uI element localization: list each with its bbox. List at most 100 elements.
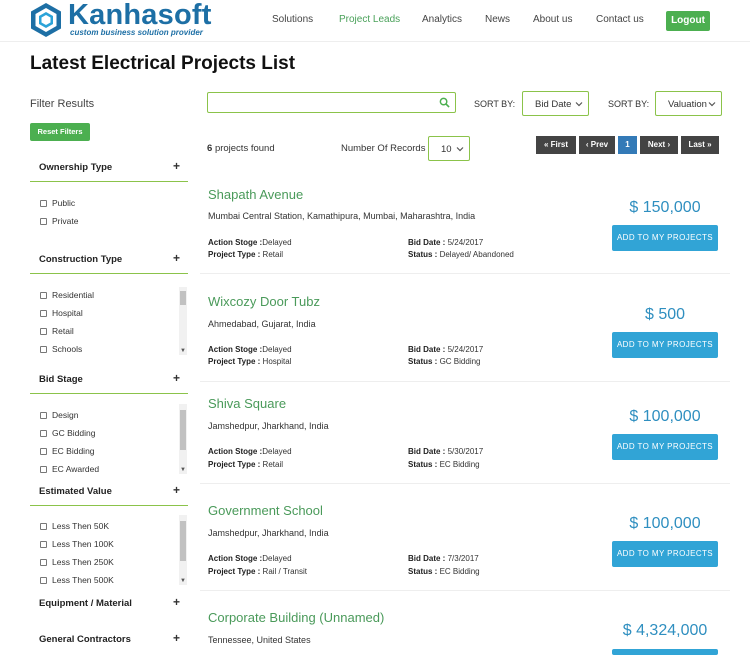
add-to-my-projects-button[interactable]: ADD TO MY PROJECTS xyxy=(612,541,718,567)
filter-section-ownership-type[interactable]: Ownership Type + xyxy=(30,156,188,182)
project-valuation: $ 100,000 xyxy=(629,515,701,532)
checkbox[interactable] xyxy=(40,430,47,437)
filter-section-general-contractors[interactable]: General Contractors + xyxy=(30,628,188,654)
pagination-last[interactable]: Last » xyxy=(681,136,719,154)
nav-news[interactable]: News xyxy=(485,14,510,26)
add-to-my-projects-button[interactable] xyxy=(612,649,718,655)
chevron-down-icon xyxy=(708,102,716,107)
scroll-down-arrow-icon[interactable]: ▼ xyxy=(180,467,186,473)
filter-section-label: Equipment / Material xyxy=(39,598,132,609)
select-value: Valuation xyxy=(668,99,707,110)
project-valuation: $ 4,324,000 xyxy=(622,622,708,639)
number-of-records-select[interactable]: 10 xyxy=(428,136,470,161)
project-type: Project Type : Rail / Transit xyxy=(208,567,308,576)
project-action-stage: Action Stoge :Delayed xyxy=(208,447,292,456)
expand-plus-icon[interactable]: + xyxy=(173,484,180,496)
filter-section-equipment-material[interactable]: Equipment / Material + xyxy=(30,592,188,618)
top-header: Kanhasoft custom business solution provi… xyxy=(0,0,750,42)
estimated-value-scrollbar[interactable]: ▼ xyxy=(179,515,187,585)
search-icon[interactable] xyxy=(439,97,450,108)
reset-filters-button[interactable]: Reset Filters xyxy=(30,123,90,141)
add-to-my-projects-button[interactable]: ADD TO MY PROJECTS xyxy=(612,332,718,358)
project-title[interactable]: Shiva Square xyxy=(208,396,286,412)
project-type: Project Type : Retail xyxy=(208,460,283,469)
pagination-prev[interactable]: ‹ Prev xyxy=(579,136,615,154)
scrollbar-thumb[interactable] xyxy=(180,291,186,305)
project-location: Tennessee, United States xyxy=(208,635,311,645)
project-status: Status : EC Bidding xyxy=(408,567,480,576)
select-value: 10 xyxy=(441,144,452,155)
select-value: Bid Date xyxy=(535,99,572,110)
pagination-page-1[interactable]: 1 xyxy=(618,136,637,154)
checkbox[interactable] xyxy=(40,310,47,317)
nav-analytics[interactable]: Analytics xyxy=(422,14,462,26)
expand-plus-icon[interactable]: + xyxy=(173,596,180,608)
project-title[interactable]: Government School xyxy=(208,503,323,519)
checkbox[interactable] xyxy=(40,523,47,530)
logout-button[interactable]: Logout xyxy=(666,11,710,31)
construction-type-scrollbar[interactable]: ▼ xyxy=(179,287,187,355)
filter-section-construction-type[interactable]: Construction Type + xyxy=(30,248,188,274)
project-status: Status : EC Bidding xyxy=(408,460,480,469)
checkbox[interactable] xyxy=(40,292,47,299)
project-location: Jamshedpur, Jharkhand, India xyxy=(208,528,329,538)
kanhasoft-logo-icon xyxy=(31,3,61,37)
project-bid-date: Bid Date : 5/24/2017 xyxy=(408,238,484,247)
nav-project-leads[interactable]: Project Leads xyxy=(339,14,400,26)
project-valuation: $ 150,000 xyxy=(629,199,701,216)
filter-section-label: Estimated Value xyxy=(39,486,112,497)
pagination-next[interactable]: Next › xyxy=(640,136,678,154)
checkbox[interactable] xyxy=(40,328,47,335)
scroll-down-arrow-icon[interactable]: ▼ xyxy=(180,578,186,584)
checkbox[interactable] xyxy=(40,200,47,207)
expand-plus-icon[interactable]: + xyxy=(173,632,180,644)
project-title[interactable]: Wixcozy Door Tubz xyxy=(208,294,320,310)
scroll-down-arrow-icon[interactable]: ▼ xyxy=(180,348,186,354)
checkbox[interactable] xyxy=(40,448,47,455)
filter-section-bid-stage[interactable]: Bid Stage + xyxy=(30,368,188,394)
project-title[interactable]: Shapath Avenue xyxy=(208,187,303,203)
filter-section-label: Bid Stage xyxy=(39,374,83,385)
expand-plus-icon[interactable]: + xyxy=(173,160,180,172)
checkbox[interactable] xyxy=(40,577,47,584)
nav-about-us[interactable]: About us xyxy=(533,14,572,26)
brand-logo[interactable]: Kanhasoft custom business solution provi… xyxy=(28,0,218,38)
sort-by-valuation-select[interactable]: Valuation xyxy=(655,91,722,116)
project-status: Status : Delayed/ Abandoned xyxy=(408,250,514,259)
pagination-first[interactable]: « First xyxy=(536,136,576,154)
number-of-records-label: Number Of Records xyxy=(341,143,426,154)
expand-plus-icon[interactable]: + xyxy=(173,372,180,384)
search-input[interactable] xyxy=(207,92,456,113)
project-divider xyxy=(200,273,730,274)
scrollbar-thumb[interactable] xyxy=(180,410,186,450)
chevron-down-icon xyxy=(456,147,464,152)
checkbox[interactable] xyxy=(40,466,47,473)
checkbox[interactable] xyxy=(40,346,47,353)
project-type: Project Type : Hospital xyxy=(208,357,292,366)
checkbox[interactable] xyxy=(40,541,47,548)
checkbox[interactable] xyxy=(40,559,47,566)
project-title[interactable]: Corporate Building (Unnamed) xyxy=(208,610,384,626)
project-location: Mumbai Central Station, Kamathipura, Mum… xyxy=(208,211,476,221)
bid-stage-scrollbar[interactable]: ▼ xyxy=(179,404,187,474)
filter-section-estimated-value[interactable]: Estimated Value + xyxy=(30,480,188,506)
nav-contact-us[interactable]: Contact us xyxy=(596,14,644,26)
page-title: Latest Electrical Projects List xyxy=(30,53,296,74)
project-bid-date: Bid Date : 7/3/2017 xyxy=(408,554,479,563)
project-divider xyxy=(200,483,730,484)
add-to-my-projects-button[interactable]: ADD TO MY PROJECTS xyxy=(612,434,718,460)
project-action-stage: Action Stoge :Delayed xyxy=(208,345,292,354)
sort-by-bid-date-select[interactable]: Bid Date xyxy=(522,91,589,116)
filter-section-label: Ownership Type xyxy=(39,162,113,173)
checkbox[interactable] xyxy=(40,218,47,225)
brand-name: Kanhasoft xyxy=(68,0,212,31)
expand-plus-icon[interactable]: + xyxy=(173,252,180,264)
scrollbar-thumb[interactable] xyxy=(180,521,186,561)
nav-solutions[interactable]: Solutions xyxy=(272,14,313,26)
filter-section-label: Construction Type xyxy=(39,254,123,265)
checkbox[interactable] xyxy=(40,412,47,419)
projects-found-count: 6 projects found xyxy=(207,143,275,154)
project-type: Project Type : Retail xyxy=(208,250,283,259)
chevron-down-icon xyxy=(575,102,583,107)
add-to-my-projects-button[interactable]: ADD TO MY PROJECTS xyxy=(612,225,718,251)
